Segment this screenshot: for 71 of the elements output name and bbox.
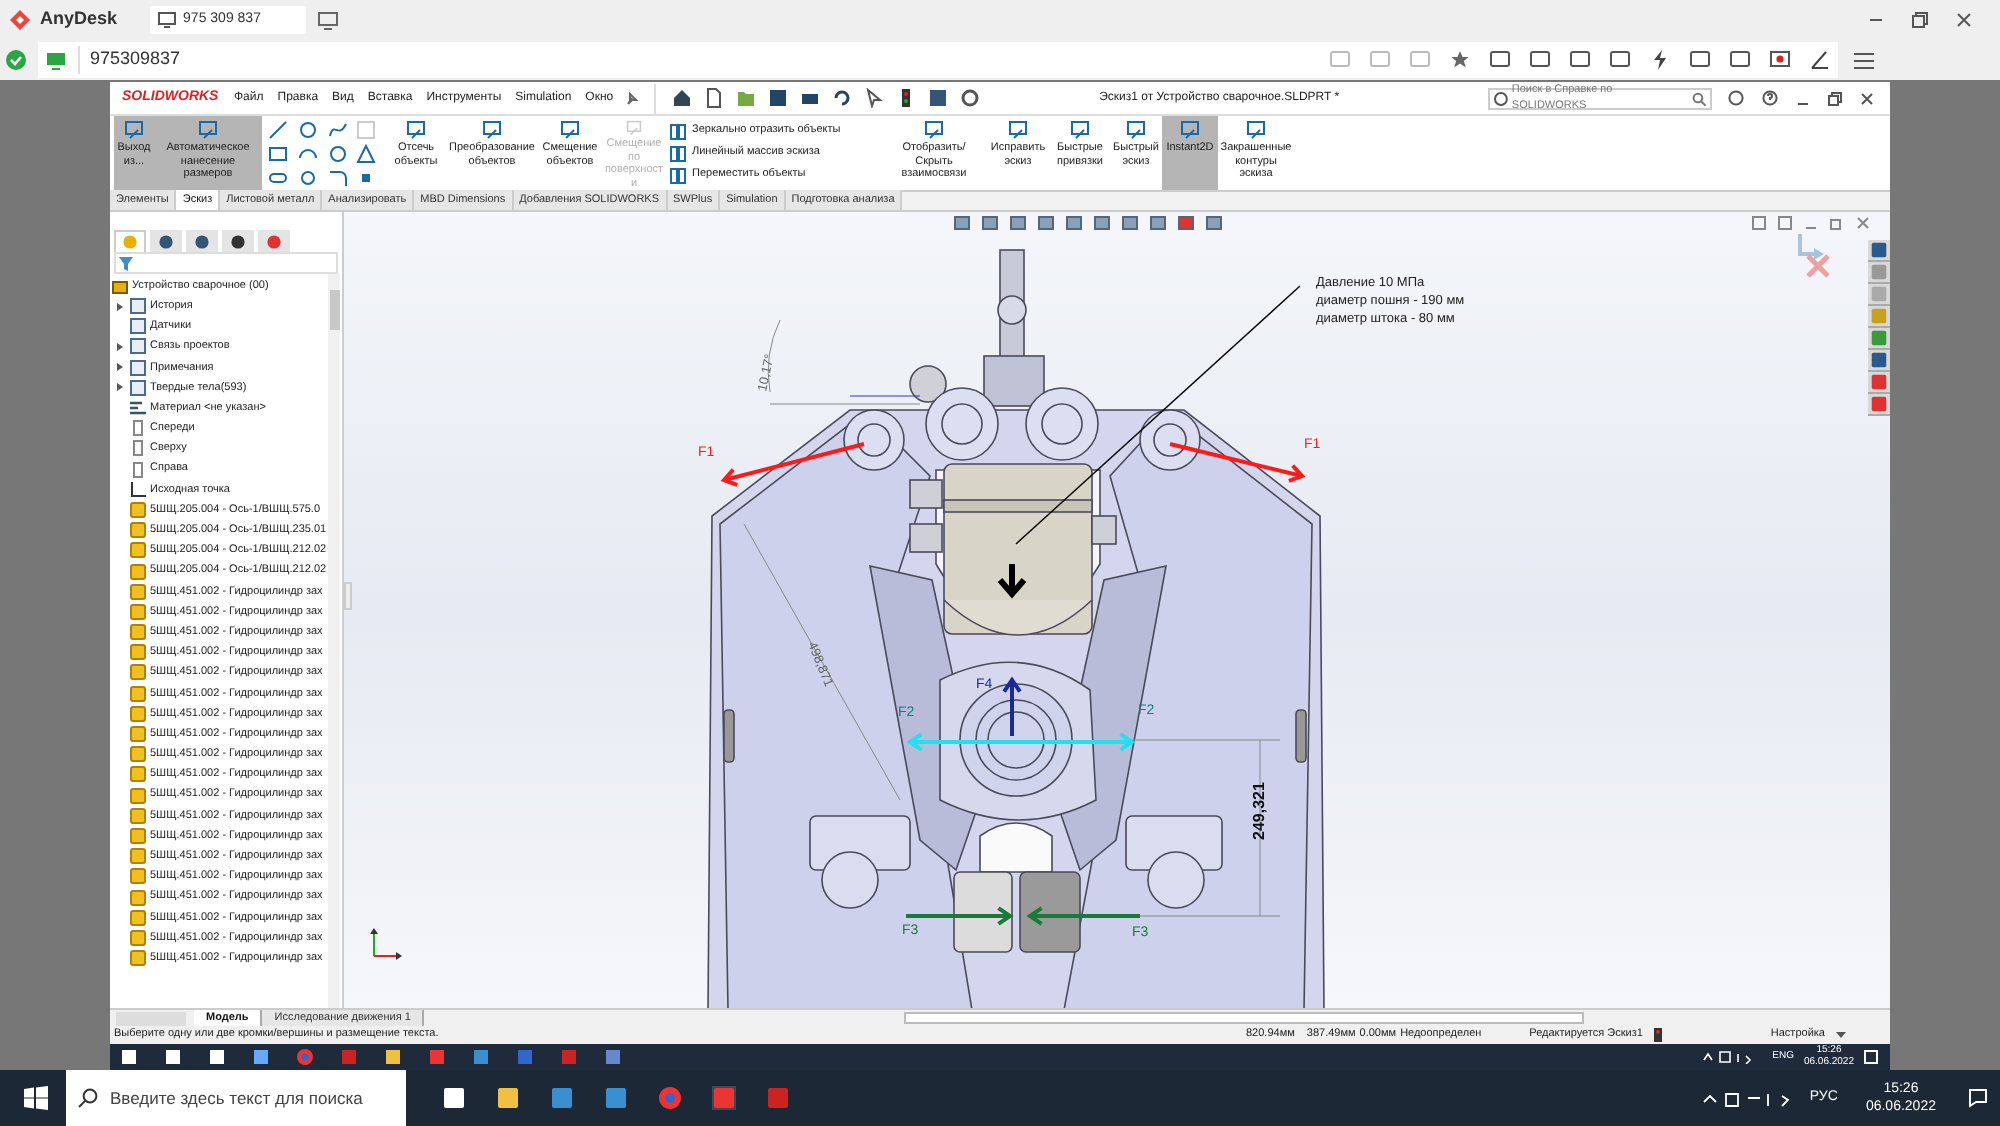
pen-icon[interactable] — [1810, 50, 1830, 70]
expand-arrow-icon[interactable] — [116, 301, 124, 312]
tool-icon — [124, 120, 144, 140]
circle-tool-icon[interactable] — [297, 168, 318, 188]
star-icon[interactable] — [1450, 50, 1470, 70]
tile-icon[interactable] — [1752, 216, 1766, 230]
tool-icon — [670, 145, 686, 161]
restore-icon[interactable] — [1828, 91, 1842, 105]
tool-icon — [406, 120, 426, 140]
notification-icon[interactable] — [1968, 1088, 1988, 1108]
tool-icon — [1246, 120, 1266, 140]
new-document-icon[interactable] — [703, 88, 724, 108]
coordinate-triad-icon — [368, 926, 404, 962]
tool-icon — [1180, 120, 1200, 140]
configuration-icon[interactable] — [194, 233, 210, 249]
part-icon — [112, 278, 128, 294]
horizontal-scrollbar[interactable] — [904, 1012, 1585, 1024]
line-tool-icon[interactable] — [268, 120, 288, 140]
connected-check-icon — [6, 50, 26, 70]
panel-splitter-handle[interactable] — [344, 582, 352, 610]
spline-tool-icon[interactable] — [327, 120, 347, 140]
tool-icon — [1070, 120, 1090, 140]
anydesk-logo-icon — [8, 8, 32, 32]
lightning-icon[interactable] — [1650, 50, 1670, 70]
tool-icon — [560, 120, 580, 140]
tile-icon[interactable] — [1778, 216, 1792, 230]
tool-icon — [670, 167, 686, 183]
traffic-light-icon — [1654, 1028, 1663, 1042]
arc-tool-icon[interactable] — [297, 144, 318, 164]
square-icon[interactable] — [766, 1086, 790, 1110]
scrollbar[interactable] — [328, 274, 340, 1008]
pin-icon[interactable] — [623, 91, 638, 105]
tool-icon — [1008, 120, 1028, 140]
tool-icon — [924, 120, 944, 140]
close-icon[interactable] — [1856, 216, 1870, 230]
rectangle-tool-icon[interactable] — [268, 144, 288, 164]
circle-tool-icon[interactable] — [297, 120, 318, 140]
menu-icon[interactable] — [1854, 51, 1874, 69]
property-icon[interactable] — [158, 233, 174, 249]
cursor-icon[interactable] — [863, 88, 884, 108]
taskbar-search-field[interactable]: Введите здесь текст для поиска — [66, 1070, 406, 1126]
app-name: AnyDesk — [40, 6, 118, 33]
fillet-tool-icon[interactable] — [327, 168, 347, 188]
tool-icon — [624, 120, 644, 136]
restore-icon[interactable] — [1912, 12, 1928, 28]
undo-icon[interactable] — [831, 88, 852, 108]
restore-icon[interactable] — [1830, 216, 1844, 230]
text-tool-icon[interactable] — [356, 144, 377, 164]
close-icon[interactable] — [1860, 91, 1874, 105]
material-icon — [130, 400, 146, 417]
tool-icon — [482, 120, 502, 140]
target-icon[interactable] — [230, 233, 246, 249]
dimension-value[interactable]: 249,321 — [1250, 782, 1268, 840]
tool-icon — [198, 120, 218, 140]
tool-icon — [670, 123, 686, 139]
close-icon[interactable] — [1956, 12, 1972, 28]
square-icon[interactable] — [560, 1048, 578, 1066]
square-icon[interactable] — [428, 1048, 446, 1066]
record-icon[interactable] — [1770, 50, 1790, 70]
slot-tool-icon[interactable] — [268, 168, 288, 188]
origin-icon — [130, 481, 146, 498]
scrollbar-thumb[interactable] — [329, 290, 339, 330]
dropdown-arrow-icon[interactable] — [1836, 1031, 1847, 1039]
circle-logo-icon[interactable] — [296, 1048, 314, 1066]
notification-icon[interactable] — [1864, 1050, 1878, 1064]
square-icon[interactable] — [340, 1048, 358, 1066]
open-folder-icon[interactable] — [735, 88, 756, 108]
tool-icon — [1126, 120, 1146, 140]
circle-tool-icon[interactable] — [327, 144, 347, 164]
circle-logo-icon[interactable] — [658, 1086, 682, 1110]
session-tab[interactable]: 975309837 — [38, 42, 1838, 78]
